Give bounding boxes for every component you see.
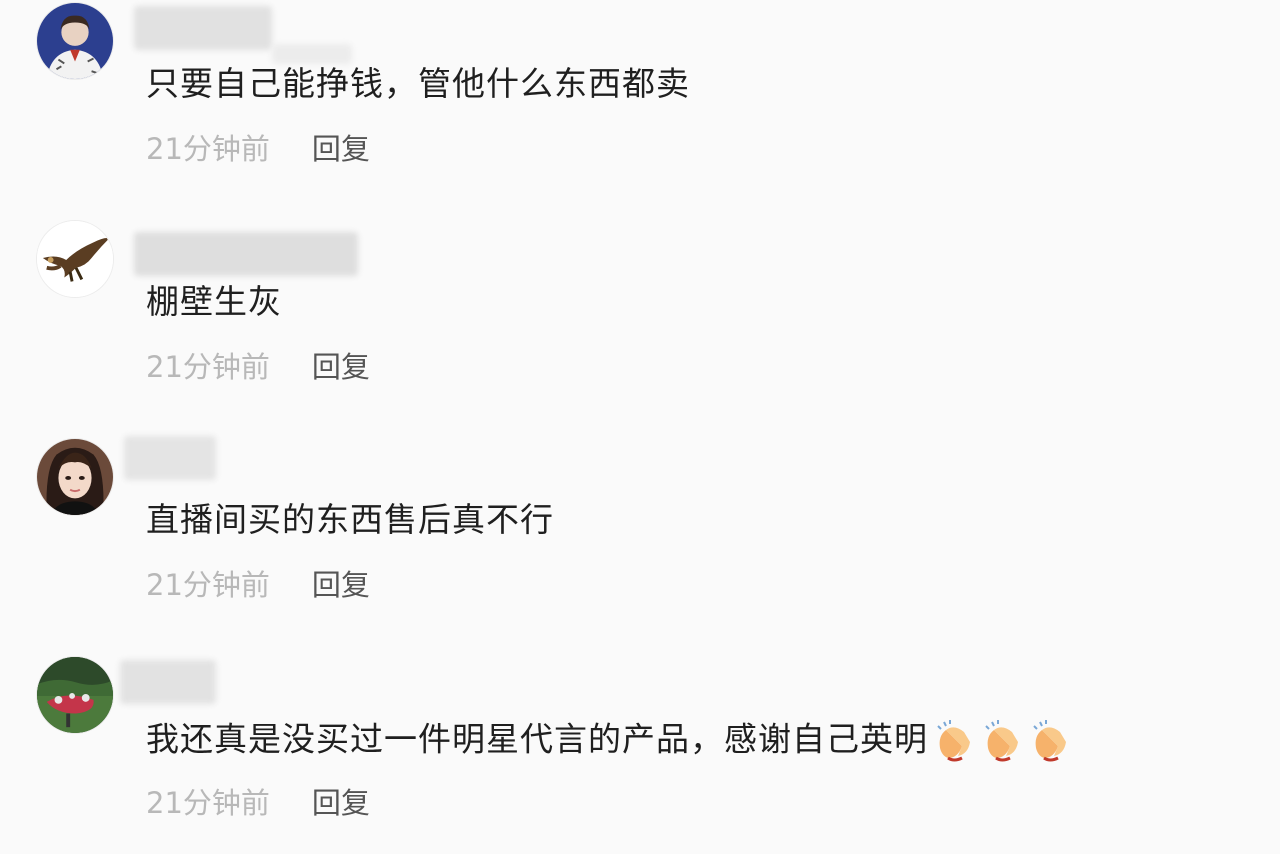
username-blurred (124, 436, 216, 480)
comment-meta: 21分钟前 回复 (146, 131, 370, 167)
comment-item: 直播间买的东西售后真不行 21分钟前 回复 (0, 436, 1280, 636)
comment-time: 21分钟前 (146, 350, 270, 384)
comment-item: 我还真是没买过一件明星代言的产品，感谢自己英明 21分钟前 回复 (0, 654, 1280, 854)
avatar-girl-photo-icon[interactable] (36, 438, 114, 516)
clapping-hands-icon (932, 718, 978, 764)
comment-time: 21分钟前 (146, 132, 270, 166)
comment-item: 只要自己能挣钱，管他什么东西都卖 21分钟前 回复 (0, 0, 1280, 200)
comment-text: 棚壁生灰 (146, 282, 282, 321)
username-blurred (134, 6, 272, 50)
comment-text: 我还真是没买过一件明星代言的产品，感谢自己英明 (146, 718, 1076, 764)
clapping-hands-icon (1028, 718, 1074, 764)
avatar-eagle-icon[interactable] (36, 220, 114, 298)
comment-text-content: 我还真是没买过一件明星代言的产品，感谢自己英明 (146, 719, 928, 759)
reply-button[interactable]: 回复 (312, 349, 370, 385)
username-blurred (272, 44, 352, 64)
reply-button[interactable]: 回复 (312, 785, 370, 821)
comment-time: 21分钟前 (146, 786, 270, 820)
emoji-group (932, 718, 1076, 764)
comment-meta: 21分钟前 回复 (146, 785, 370, 821)
avatar-woman-portrait-icon[interactable] (36, 2, 114, 80)
comment-item: 棚壁生灰 21分钟前 回复 (0, 218, 1280, 418)
username-blurred (134, 232, 358, 276)
comment-text: 只要自己能挣钱，管他什么东西都卖 (146, 64, 690, 103)
username-blurred (120, 660, 216, 704)
clapping-hands-icon (980, 718, 1026, 764)
comment-meta: 21分钟前 回复 (146, 567, 370, 603)
comment-meta: 21分钟前 回复 (146, 349, 370, 385)
comment-time: 21分钟前 (146, 568, 270, 602)
reply-button[interactable]: 回复 (312, 567, 370, 603)
avatar-garden-photo-icon[interactable] (36, 656, 114, 734)
comment-text: 直播间买的东西售后真不行 (146, 500, 554, 539)
reply-button[interactable]: 回复 (312, 131, 370, 167)
